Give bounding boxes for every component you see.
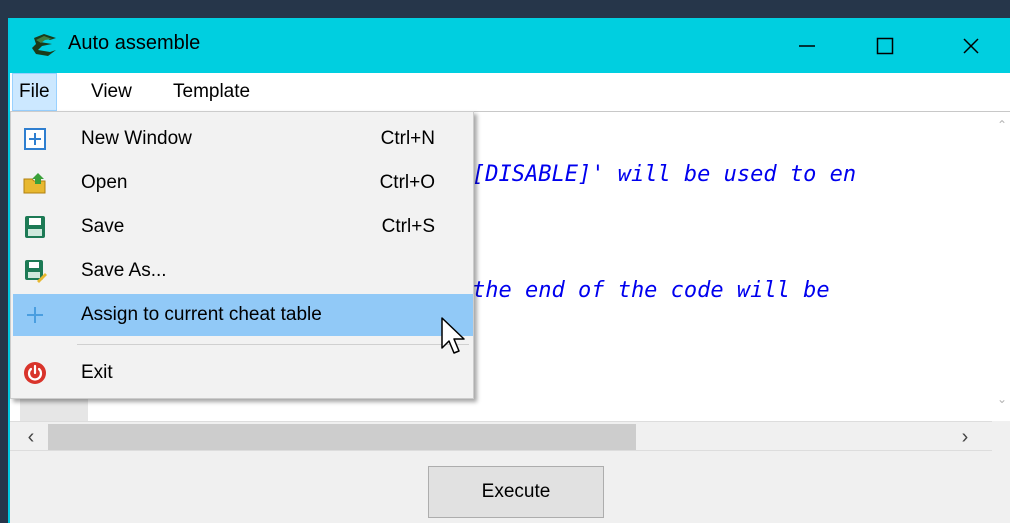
menu-item-shortcut: Ctrl+S: [381, 216, 435, 237]
scroll-down-icon[interactable]: ⌄: [992, 392, 1010, 412]
save-as-icon: [25, 260, 47, 283]
save-icon: [25, 216, 45, 238]
horizontal-scrollbar[interactable]: ‹ ›: [10, 421, 992, 451]
title-bar[interactable]: Auto assemble: [10, 18, 1010, 73]
scrollbar-corner: [992, 421, 1010, 451]
code-line: [DISABLE]' will be used to en: [472, 162, 857, 187]
code-line: the end of the code will be: [472, 278, 830, 303]
menu-item-open[interactable]: Open Ctrl+O: [13, 162, 473, 204]
power-icon: [24, 362, 46, 384]
menu-item-exit[interactable]: Exit: [13, 352, 473, 394]
menu-item-label: Exit: [81, 362, 113, 383]
menu-item-label: Open: [81, 172, 128, 193]
window-title: Auto assemble: [68, 32, 201, 54]
minimize-button[interactable]: [768, 18, 846, 73]
horizontal-scroll-thumb[interactable]: [48, 424, 636, 450]
minimize-icon: [799, 44, 815, 47]
menu-separator: [77, 344, 469, 345]
menu-item-shortcut: Ctrl+N: [380, 128, 435, 149]
menu-item-new-window[interactable]: New Window Ctrl+N: [13, 118, 473, 160]
open-folder-icon: [23, 173, 46, 194]
menu-item-shortcut: Ctrl+O: [379, 172, 435, 193]
maximize-icon: [876, 37, 894, 54]
menu-template[interactable]: Template: [167, 73, 256, 111]
close-button[interactable]: [932, 18, 1010, 73]
menu-item-label: New Window: [81, 128, 192, 149]
menu-file[interactable]: File: [12, 73, 57, 111]
menu-view[interactable]: View: [85, 73, 138, 111]
execute-button[interactable]: Execute: [428, 466, 604, 518]
vertical-scrollbar[interactable]: ⌃ ⌄: [992, 111, 1010, 421]
menu-bar: File View Template: [10, 73, 1010, 111]
menu-item-label: Save: [81, 216, 125, 237]
menu-item-save-as[interactable]: Save As...: [13, 250, 473, 292]
maximize-button[interactable]: [846, 18, 924, 73]
file-menu-dropdown: New Window Ctrl+N Open Ctrl+O Save Ctrl+…: [10, 111, 474, 399]
mouse-cursor-icon: [441, 317, 465, 354]
scroll-right-icon[interactable]: ›: [950, 422, 980, 452]
menu-item-label: Assign to current cheat table: [81, 304, 322, 325]
new-window-icon: [24, 128, 46, 150]
menu-item-save[interactable]: Save Ctrl+S: [13, 206, 473, 248]
close-icon: [963, 37, 979, 54]
scroll-up-icon[interactable]: ⌃: [992, 118, 1010, 138]
menu-item-assign-to-cheat-table[interactable]: Assign to current cheat table: [13, 294, 473, 336]
cheat-engine-logo-icon: [32, 34, 56, 56]
scroll-left-icon[interactable]: ‹: [16, 422, 46, 452]
editor-gutter: [20, 399, 88, 423]
plus-icon: [27, 307, 43, 323]
menu-item-label: Save As...: [81, 260, 167, 281]
